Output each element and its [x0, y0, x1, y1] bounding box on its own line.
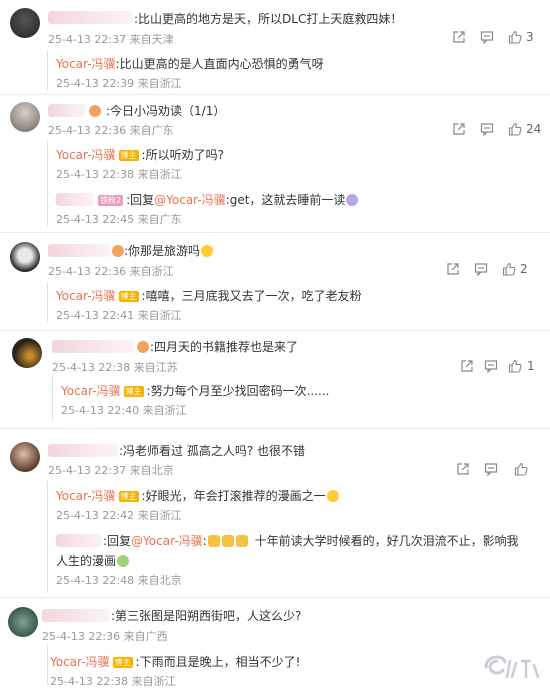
reply-meta: 25-4-13 22:41 来自浙江 — [56, 309, 182, 322]
avatar[interactable] — [12, 338, 42, 368]
thumbs-up-emoji-icon — [235, 535, 248, 547]
like-icon[interactable] — [514, 462, 528, 476]
thumbs-up-emoji-icon — [207, 535, 220, 547]
reply-meta: 25-4-13 22:48 来自北京 — [56, 574, 182, 587]
comment-meta: 25-4-13 22:36 来自浙江 — [48, 265, 174, 278]
like-count: 1 — [527, 359, 535, 373]
reply-username[interactable]: Yocar-冯骥 — [56, 148, 116, 162]
divider — [0, 597, 550, 598]
comment-meta: 25-4-13 22:36 来自广东 — [48, 124, 174, 137]
comment-text: :今日小冯劝读（1/1） — [106, 104, 226, 118]
reply-username[interactable]: Yocar-冯骥 — [56, 57, 116, 71]
like-icon[interactable] — [502, 262, 516, 276]
comment-meta: 25-4-13 22:36 来自广西 — [42, 630, 168, 643]
comment-meta: 25-4-13 22:38 来自江苏 — [52, 361, 178, 374]
share-icon[interactable] — [460, 359, 474, 373]
comment-icon[interactable] — [484, 359, 498, 373]
reply-username[interactable]: Yocar-冯骥 — [56, 289, 116, 303]
reply-text: :回复@Yocar-冯骥: 十年前读大学时候看的，好几次泪流不止，影响我 — [103, 534, 519, 548]
comment-actions — [456, 462, 546, 478]
comment-text: :冯老师看过 孤高之人吗? 也很不错 — [119, 444, 306, 458]
like-icon[interactable] — [508, 122, 522, 136]
comment-actions: 1 — [460, 359, 545, 375]
share-icon[interactable] — [452, 30, 466, 44]
reply-text: Yocar-冯骥 博主:努力每个月至少找回密码一次...... — [61, 384, 330, 398]
blogger-badge: 博主 — [118, 491, 139, 502]
reply-meta: 25-4-13 22:38 来自浙江 — [56, 168, 182, 181]
blogger-badge: 博主 — [118, 291, 139, 302]
reply-meta: 25-4-13 22:45 来自广东 — [56, 213, 182, 226]
redacted-username — [56, 193, 94, 206]
mention-link[interactable]: @Yocar-冯骥 — [131, 534, 203, 548]
reply-text: Yocar-冯骥 博主:所以听劝了吗? — [56, 148, 224, 162]
reply-text: Yocar-冯骥 博主:好眼光，年会打滚推荐的漫画之一 — [56, 487, 340, 504]
thumbs-up-emoji-icon — [221, 535, 234, 547]
blogger-badge: 博主 — [118, 150, 139, 161]
blogger-badge: 博主 — [112, 657, 133, 668]
emoji-icon — [201, 245, 214, 257]
like-count: 2 — [520, 262, 528, 276]
comment-text: :你那是旅游吗 — [124, 242, 214, 259]
fan-badge-icon — [89, 105, 101, 117]
comment-actions: 2 — [446, 262, 546, 278]
like-count: 3 — [526, 30, 534, 44]
divider — [0, 330, 550, 331]
reply-meta: 25-4-13 22:42 来自浙江 — [56, 509, 182, 522]
avatar[interactable] — [10, 8, 40, 38]
redacted-username — [56, 534, 102, 547]
fan-badge: 铁粉2 — [98, 195, 124, 206]
reply-meta: 25-4-13 22:40 来自浙江 — [61, 404, 187, 417]
blogger-badge: 博主 — [123, 386, 144, 397]
share-icon[interactable] — [446, 262, 460, 276]
avatar[interactable] — [8, 607, 38, 637]
reply-text: Yocar-冯骥 博主:嘻嘻，三月底我又去了一次，吃了老友粉 — [56, 289, 362, 303]
divider — [0, 428, 550, 429]
mention-link[interactable]: @Yocar-冯骥 — [154, 193, 226, 207]
comment-icon[interactable] — [480, 30, 494, 44]
reply-text: 铁粉2:回复@Yocar-冯骥:get，这就去睡前一读 — [95, 191, 359, 208]
comment-meta: 25-4-13 22:37 来自北京 — [48, 464, 174, 477]
redacted-username — [48, 11, 133, 24]
share-icon[interactable] — [456, 462, 470, 476]
redacted-username — [42, 609, 110, 622]
comment-icon[interactable] — [480, 122, 494, 136]
redacted-username — [48, 444, 118, 457]
avatar[interactable] — [10, 442, 40, 472]
reply-text-continued: 人生的漫画 — [56, 552, 130, 569]
comment-icon[interactable] — [474, 262, 488, 276]
avatar[interactable] — [10, 102, 40, 132]
emoji-icon — [346, 194, 359, 206]
redacted-username — [48, 104, 86, 117]
like-count: 24 — [526, 122, 542, 136]
share-icon[interactable] — [452, 122, 466, 136]
comment-meta: 25-4-13 22:37 来自天津 — [48, 33, 174, 46]
comment-actions: 24 — [452, 122, 547, 138]
comment-text: :四月天的书籍推荐也是来了 — [150, 340, 299, 354]
reply-username[interactable]: Yocar-冯骥 — [56, 489, 116, 503]
comment-icon[interactable] — [484, 462, 498, 476]
reply-meta: 25-4-13 22:39 来自浙江 — [56, 77, 182, 90]
reply-username[interactable]: Yocar-冯骥 — [61, 384, 121, 398]
site-watermark-logo — [484, 655, 540, 679]
avatar[interactable] — [10, 242, 40, 272]
reply-meta: 25-4-13 22:38 来自浙江 — [50, 675, 176, 688]
like-icon[interactable] — [508, 359, 522, 373]
comment-text: :比山更高的地方是天，所以DLC打上天庭救四妹！ — [134, 12, 403, 26]
crying-emoji-icon — [117, 555, 130, 567]
fan-badge-icon — [112, 245, 124, 257]
comment-actions: 3 — [452, 30, 547, 46]
reply-username[interactable]: Yocar-冯骥 — [50, 655, 110, 669]
divider — [0, 94, 550, 95]
fan-badge-icon — [137, 341, 149, 353]
like-icon[interactable] — [508, 30, 522, 44]
divider — [0, 232, 550, 233]
reply-text: Yocar-冯骥:比山更高的是人直面内心恐惧的勇气呀 — [56, 57, 324, 71]
heart-eyes-emoji-icon — [326, 490, 339, 502]
redacted-username — [52, 340, 134, 353]
redacted-username — [48, 244, 110, 257]
comment-text: :第三张图是阳朔西街吧，人这么少? — [111, 609, 302, 623]
reply-text: Yocar-冯骥 博主:下雨而且是晚上，相当不少了! — [50, 655, 301, 669]
